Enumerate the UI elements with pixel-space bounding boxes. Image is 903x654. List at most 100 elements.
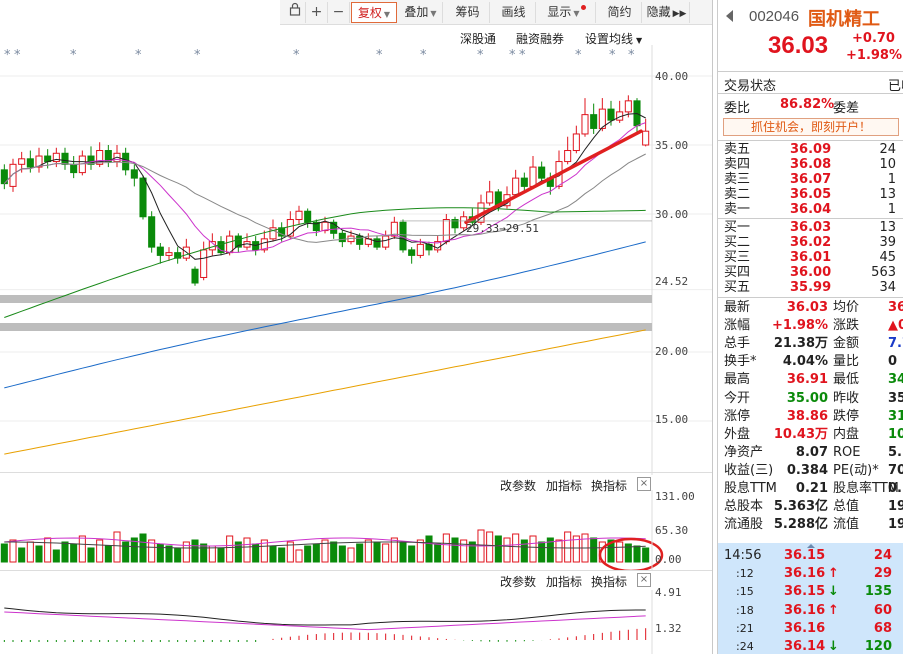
tick-volume: 135	[864, 584, 892, 600]
volume-bar	[529, 535, 537, 563]
volume-bar	[191, 539, 199, 563]
stat-row: 最高 36.91 最低 34	[718, 371, 903, 389]
bid-row[interactable]: 买四 36.00 563	[718, 265, 903, 280]
open-account-promo[interactable]: 抓住机会，即刻开户！	[723, 118, 899, 136]
bid-row[interactable]: 买三 36.01 45	[718, 250, 903, 265]
stat-value: ▲0	[888, 318, 903, 334]
macd-y-tick-132: 1.32	[655, 622, 682, 635]
divider	[718, 140, 903, 141]
stat-label: 涨停	[724, 408, 751, 424]
stat-row: 净资产 8.07 ROE 5.	[718, 444, 903, 462]
candle-down	[538, 166, 546, 179]
candle-down	[607, 108, 615, 121]
volume-bar	[156, 543, 164, 563]
bid-row[interactable]: 买五 35.99 34	[718, 280, 903, 295]
tick-price: 36.16	[784, 620, 826, 636]
macd-close-icon[interactable]: ×	[637, 573, 651, 587]
stat-row: 涨停 38.86 跌停 31	[718, 408, 903, 426]
volume-bar	[442, 533, 450, 563]
toolbar-overlay-label: 叠加	[404, 5, 429, 19]
ma120-line	[4, 241, 646, 389]
volume-bar	[312, 543, 320, 563]
zoom-in-icon[interactable]: +	[306, 2, 328, 23]
volume-bar	[451, 537, 459, 563]
ask-row[interactable]: 卖四 36.08 10	[718, 157, 903, 172]
candle-down	[26, 158, 34, 168]
volume-bar	[555, 539, 563, 563]
volume-bar	[18, 547, 26, 563]
candle-up	[200, 249, 208, 278]
stock-app: + − 复权 ▼ 叠加 ▼ 筹码 画线 显示 ▼ 简约 隐藏 ▶▶ 深股通 融资融券 设…	[0, 0, 903, 654]
level-price: 36.07	[790, 172, 832, 187]
vol-close-icon[interactable]: ×	[637, 477, 651, 491]
down-arrow-icon: ↓	[828, 639, 839, 654]
volume-bar	[503, 537, 511, 563]
stat-row: 最新 36.03 均价 36	[718, 299, 903, 317]
stock-code: 002046	[749, 8, 800, 25]
candle-down	[304, 210, 312, 223]
stat-label: 净资产	[724, 444, 764, 460]
ask-row[interactable]: 卖三 36.07 1	[718, 172, 903, 187]
stat-label: ROE	[833, 444, 861, 460]
level-volume: 10	[879, 157, 896, 172]
bid-row[interactable]: 买一 36.03 13	[718, 220, 903, 235]
toolbar-display-button[interactable]: 显示 ▼	[538, 2, 596, 23]
stat-label: 外盘	[724, 426, 751, 442]
vol-y-tick-131: 131.00	[655, 490, 695, 503]
bid-row[interactable]: 买二 36.02 39	[718, 235, 903, 250]
volume-bar	[408, 545, 416, 563]
volume-bar	[434, 543, 442, 563]
candle-up	[382, 235, 390, 248]
volume-bar	[217, 547, 225, 563]
candle-up	[572, 133, 580, 152]
toolbar-hide-button[interactable]: 隐藏 ▶▶	[644, 2, 690, 23]
stat-value: 36.03	[786, 300, 828, 315]
zoom-out-icon[interactable]: −	[328, 2, 350, 23]
stat-value: 0	[888, 354, 898, 370]
toolbar-simple-button[interactable]: 简约	[598, 2, 642, 23]
candle-down	[156, 246, 164, 256]
lock-icon[interactable]	[284, 2, 306, 23]
tick-volume: 68	[873, 620, 892, 636]
volume-chart[interactable]	[0, 490, 712, 570]
volume-bar	[520, 539, 528, 563]
ask-row[interactable]: 卖二 36.05 13	[718, 187, 903, 202]
stat-label: 量比	[833, 354, 860, 370]
volume-bar	[78, 535, 86, 563]
chart-toolbar: + − 复权 ▼ 叠加 ▼ 筹码 画线 显示 ▼ 简约 隐藏 ▶▶	[280, 0, 712, 25]
volume-bar	[200, 543, 208, 563]
ask-row[interactable]: 卖五 36.09 24	[718, 142, 903, 157]
level-price: 36.01	[790, 250, 832, 265]
level-volume: 34	[879, 280, 896, 295]
kline-chart[interactable]	[0, 45, 712, 475]
divider	[718, 71, 903, 72]
weicha-label: 委差	[833, 101, 860, 116]
macd-chart[interactable]	[0, 590, 712, 654]
weibi-value: 86.82%	[780, 97, 835, 112]
stat-value: 34	[888, 372, 903, 388]
volume-bar	[26, 541, 34, 563]
stat-label: 总股本	[724, 499, 764, 515]
candle-down	[139, 177, 147, 218]
tick-row: :18 36.16 ↑ 60	[718, 601, 903, 621]
stat-label: 今开	[724, 390, 751, 406]
y-tick-20: 20.00	[655, 345, 689, 358]
macd-add-indicator-button[interactable]: 加指标	[546, 573, 582, 590]
back-arrow-icon[interactable]	[726, 10, 733, 22]
toolbar-fuquan-button[interactable]: 复权 ▼	[351, 2, 397, 23]
macd-switch-indicator-button[interactable]: 换指标	[591, 573, 627, 590]
toolbar-overlay-button[interactable]: 叠加 ▼	[399, 2, 443, 23]
level-label: 买二	[724, 235, 751, 250]
volume-bar	[642, 547, 650, 563]
tick-list[interactable]: 14:56 36.15 24:12 36.16 ↑ 29:15 36.15 ↓ 135:18 36…	[718, 543, 903, 654]
macd-edit-params-button[interactable]: 改参数	[500, 573, 536, 590]
toolbar-chips-button[interactable]: 筹码	[446, 2, 490, 23]
support-band	[0, 295, 652, 303]
ask-row[interactable]: 卖一 36.04 1	[718, 202, 903, 217]
candle-up	[512, 177, 520, 196]
volume-bar	[494, 535, 502, 563]
level-label: 卖五	[724, 142, 751, 157]
y-tick-35: 35.00	[655, 139, 689, 152]
candle-up	[165, 252, 173, 256]
toolbar-draw-button[interactable]: 画线	[492, 2, 536, 23]
